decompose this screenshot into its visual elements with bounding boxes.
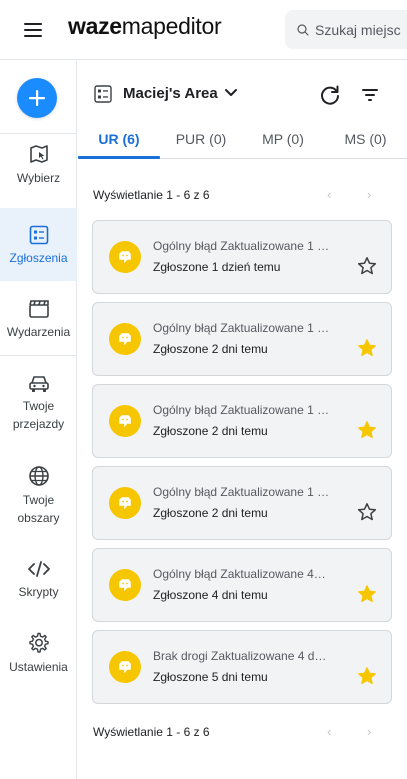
rail-item-label: Zgłoszenia <box>9 251 68 265</box>
report-title: Ogólny błąd Zaktualizowane 4… <box>153 567 326 581</box>
rail-item-your-drives[interactable]: Twoje przejazdy <box>0 373 77 437</box>
star-outline-icon[interactable] <box>357 256 377 276</box>
rail-item-label: Twoje obszary <box>17 493 60 525</box>
refresh-icon[interactable] <box>319 84 341 106</box>
next-page-button[interactable]: › <box>367 724 371 739</box>
report-subtitle: Zgłoszone 2 dni temu <box>153 506 268 520</box>
update-request-icon <box>119 415 131 427</box>
rail-item-events[interactable]: Wydarzenia <box>0 299 77 359</box>
report-title: Brak drogi Zaktualizowane 4 d… <box>153 649 327 663</box>
showing-count-bottom: Wyświetlanie 1 - 6 z 6 <box>93 725 210 739</box>
report-type-tabs: UR (6) PUR (0) MP (0) MS (0) <box>78 125 407 159</box>
report-card[interactable]: Ogólny błąd Zaktualizowane 1 … Zgłoszone … <box>92 466 392 540</box>
report-subtitle: Zgłoszone 5 dni temu <box>153 670 268 684</box>
search-box[interactable] <box>285 10 407 49</box>
rail-item-label: Ustawienia <box>9 660 68 674</box>
events-clapperboard-icon <box>28 300 49 318</box>
report-subtitle: Zgłoszone 2 dni temu <box>153 424 268 438</box>
report-badge <box>109 487 141 519</box>
report-title: Ogólny błąd Zaktualizowane 1 … <box>153 485 330 499</box>
prev-page-button[interactable]: ‹ <box>327 187 331 202</box>
left-navigation-rail: Wybierz Zgłoszenia Wydarzenia Twoje prze… <box>0 61 77 779</box>
rail-item-label: Twoje przejazdy <box>12 399 65 431</box>
report-badge <box>109 241 141 273</box>
tab-mp[interactable]: MP (0) <box>242 125 324 159</box>
report-badge <box>109 323 141 355</box>
update-request-icon <box>119 251 131 263</box>
rail-item-settings[interactable]: Ustawienia <box>0 632 77 676</box>
report-title: Ogólny błąd Zaktualizowane 1 … <box>153 321 330 335</box>
tab-ms[interactable]: MS (0) <box>324 125 407 159</box>
next-page-button[interactable]: › <box>367 187 371 202</box>
reports-panel: Maciej's Area UR (6) PUR (0) MP (0) MS (… <box>78 61 407 779</box>
rail-item-reports[interactable]: Zgłoszenia <box>0 208 77 281</box>
rail-item-label: Skrypty <box>18 585 59 599</box>
chevron-down-icon[interactable] <box>224 88 238 98</box>
tab-ur[interactable]: UR (6) <box>78 125 160 159</box>
filter-icon[interactable] <box>360 85 380 105</box>
active-tab-indicator <box>78 156 160 159</box>
rail-divider <box>0 133 77 134</box>
report-subtitle: Zgłoszone 2 dni temu <box>153 342 268 356</box>
report-card[interactable]: Ogólny błąd Zaktualizowane 1 … Zgłoszone … <box>92 302 392 376</box>
add-button[interactable] <box>17 78 57 118</box>
logo-text-waze: waze <box>68 13 122 39</box>
star-outline-icon[interactable] <box>357 502 377 522</box>
area-selector-row: Maciej's Area <box>78 61 407 125</box>
report-card[interactable]: Ogólny błąd Zaktualizowane 1 … Zgłoszone … <box>92 220 392 294</box>
reports-icon <box>29 225 48 245</box>
gear-icon <box>28 632 49 653</box>
report-subtitle: Zgłoszone 1 dzień temu <box>153 260 281 274</box>
report-badge <box>109 569 141 601</box>
report-title: Ogólny błąd Zaktualizowane 1 … <box>153 239 330 253</box>
area-name[interactable]: Maciej's Area <box>123 85 218 102</box>
app-logo[interactable]: wazemapeditor <box>68 13 222 40</box>
plus-icon <box>29 90 45 106</box>
star-filled-icon[interactable] <box>357 666 377 686</box>
rail-item-scripts[interactable]: Skrypty <box>0 559 77 603</box>
prev-page-button[interactable]: ‹ <box>327 724 331 739</box>
report-subtitle: Zgłoszone 4 dni temu <box>153 588 268 602</box>
rail-divider <box>0 355 77 356</box>
area-list-icon <box>94 85 112 103</box>
report-badge <box>109 405 141 437</box>
top-header: wazemapeditor <box>0 0 407 60</box>
car-icon <box>28 376 49 392</box>
update-request-icon <box>119 333 131 345</box>
star-filled-icon[interactable] <box>357 584 377 604</box>
select-map-icon <box>29 145 48 163</box>
report-card[interactable]: Brak drogi Zaktualizowane 4 d… Zgłoszone … <box>92 630 392 704</box>
showing-count-top: Wyświetlanie 1 - 6 z 6 <box>93 188 210 202</box>
update-request-icon <box>119 579 131 591</box>
search-input[interactable] <box>315 21 407 38</box>
tab-pur[interactable]: PUR (0) <box>160 125 242 159</box>
rail-item-label: Wybierz <box>16 171 61 185</box>
globe-icon <box>28 466 49 486</box>
star-filled-icon[interactable] <box>357 420 377 440</box>
report-title: Ogólny błąd Zaktualizowane 1 … <box>153 403 330 417</box>
hamburger-menu-button[interactable] <box>20 18 46 42</box>
logo-text-mapeditor: mapeditor <box>121 13 222 39</box>
rail-item-select[interactable]: Wybierz <box>0 143 77 207</box>
rail-item-your-areas[interactable]: Twoje obszary <box>0 465 77 529</box>
star-filled-icon[interactable] <box>357 338 377 358</box>
hamburger-icon <box>24 23 42 37</box>
report-card[interactable]: Ogólny błąd Zaktualizowane 1 … Zgłoszone … <box>92 384 392 458</box>
search-icon <box>297 23 309 36</box>
update-request-icon <box>119 497 131 509</box>
report-badge <box>109 651 141 683</box>
rail-item-label: Wydarzenia <box>6 325 71 339</box>
code-icon <box>27 561 50 577</box>
update-request-icon <box>119 661 131 673</box>
report-card[interactable]: Ogólny błąd Zaktualizowane 4… Zgłoszone 4… <box>92 548 392 622</box>
